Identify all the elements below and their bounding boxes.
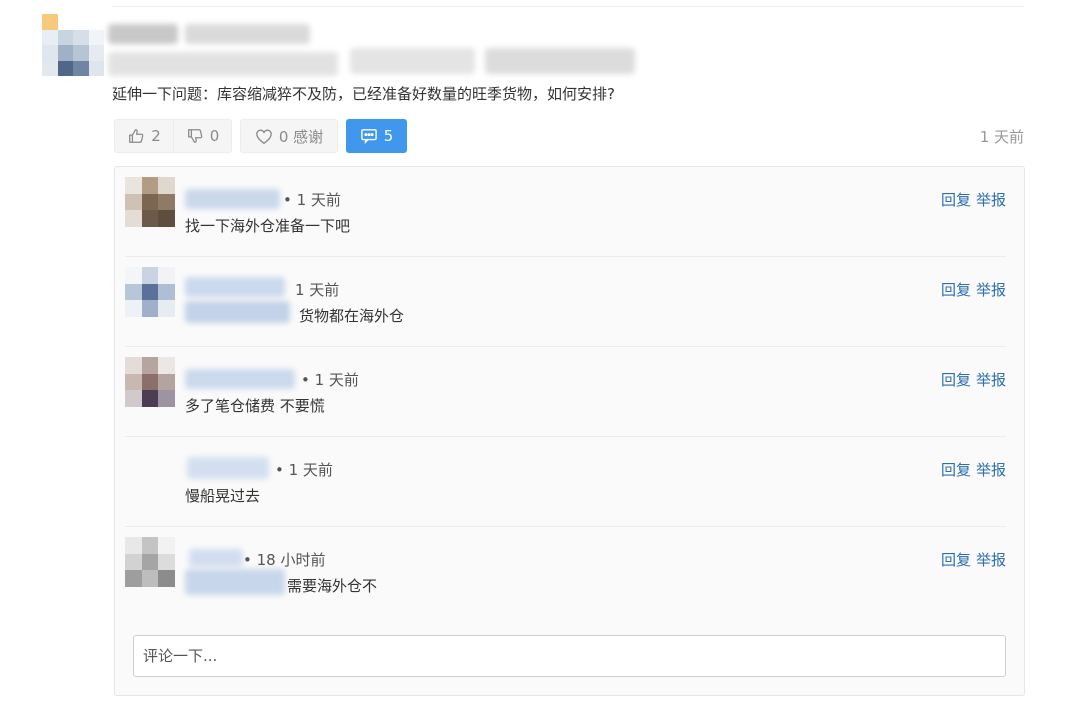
commenter-avatar[interactable] [125, 357, 175, 407]
top-divider [112, 6, 1024, 7]
reply-link[interactable]: 回复 [941, 459, 971, 480]
comments-button[interactable]: 5 [346, 119, 407, 153]
heart-icon [255, 129, 272, 144]
comment-input[interactable] [133, 635, 1006, 677]
question-title-blur-3 [485, 48, 635, 74]
reply-link[interactable]: 回复 [941, 189, 971, 210]
comment-time: • 18 小时前 [243, 551, 326, 569]
comment-panel: • 1 天前 找一下海外仓准备一下吧 回复 举报 1 天前 货物都在海外仓 回复… [114, 166, 1025, 696]
commenter-name-blur [185, 189, 280, 209]
question-title-blur-2 [350, 48, 475, 74]
comment-text: 多了笔仓储费 不要慌 [185, 397, 325, 415]
comment-actions: 回复 举报 [941, 459, 1006, 480]
commenter-avatar[interactable] [125, 267, 175, 317]
comment-time: • 1 天前 [283, 191, 341, 209]
thanks-label: 0 感谢 [278, 127, 324, 146]
comment-item: • 18 小时前 需要海外仓不 回复 举报 [125, 527, 1006, 617]
reply-link[interactable]: 回复 [941, 549, 971, 570]
question-author-avatar[interactable] [42, 14, 104, 76]
thumbs-down-icon [187, 129, 203, 143]
comment-time: • 1 天前 [275, 461, 333, 479]
dislike-button[interactable]: 0 [174, 119, 232, 153]
comment-actions: 回复 举报 [941, 549, 1006, 570]
thanks-button[interactable]: 0 感谢 [240, 119, 338, 153]
comment-text: 找一下海外仓准备一下吧 [185, 217, 351, 235]
question-author-info-blur [185, 24, 310, 44]
comment-list: • 1 天前 找一下海外仓准备一下吧 回复 举报 1 天前 货物都在海外仓 回复… [115, 167, 1024, 617]
comment-item: • 1 天前 慢船晃过去 回复 举报 [125, 437, 1006, 527]
commenter-name-blur [185, 369, 295, 389]
report-link[interactable]: 举报 [976, 369, 1006, 390]
dislike-count: 0 [209, 127, 220, 145]
question-author-name-blur [108, 24, 178, 44]
commenter-avatar[interactable] [125, 537, 175, 587]
comment-text-blur [185, 569, 285, 595]
comment-text: 货物都在海外仓 [299, 307, 405, 325]
comment-count: 5 [383, 127, 394, 145]
report-link[interactable]: 举报 [976, 549, 1006, 570]
comment-actions: 回复 举报 [941, 279, 1006, 300]
comment-actions: 回复 举报 [941, 369, 1006, 390]
commenter-avatar[interactable] [125, 177, 175, 227]
comment-text: 慢船晃过去 [185, 487, 261, 505]
question-actions: 2 0 0 感谢 5 [114, 119, 407, 153]
comment-text: 需要海外仓不 [287, 577, 378, 595]
comment-text-blur [185, 301, 290, 323]
like-count: 2 [151, 127, 161, 145]
comment-item: • 1 天前 多了笔仓储费 不要慌 回复 举报 [125, 347, 1006, 437]
comment-time: • 1 天前 [301, 371, 359, 389]
question-text: 延伸一下问题：库容缩减猝不及防，已经准备好数量的旺季货物，如何安排? [112, 85, 615, 103]
reply-link[interactable]: 回复 [941, 369, 971, 390]
commenter-name-blur [189, 549, 243, 567]
report-link[interactable]: 举报 [976, 459, 1006, 480]
thumbs-up-icon [129, 129, 144, 143]
commenter-name-blur [185, 277, 285, 297]
report-link[interactable]: 举报 [976, 189, 1006, 210]
comment-actions: 回复 举报 [941, 189, 1006, 210]
comment-time: 1 天前 [295, 281, 340, 299]
comment-item: • 1 天前 找一下海外仓准备一下吧 回复 举报 [125, 167, 1006, 257]
comment-input-wrap [133, 635, 1006, 677]
report-link[interactable]: 举报 [976, 279, 1006, 300]
comment-item: 1 天前 货物都在海外仓 回复 举报 [125, 257, 1006, 347]
reply-link[interactable]: 回复 [941, 279, 971, 300]
commenter-name-blur [187, 457, 269, 479]
question-time: 1 天前 [979, 128, 1024, 146]
question-title-blur [108, 52, 338, 76]
like-button[interactable]: 2 [114, 119, 174, 153]
comment-icon [360, 129, 377, 144]
